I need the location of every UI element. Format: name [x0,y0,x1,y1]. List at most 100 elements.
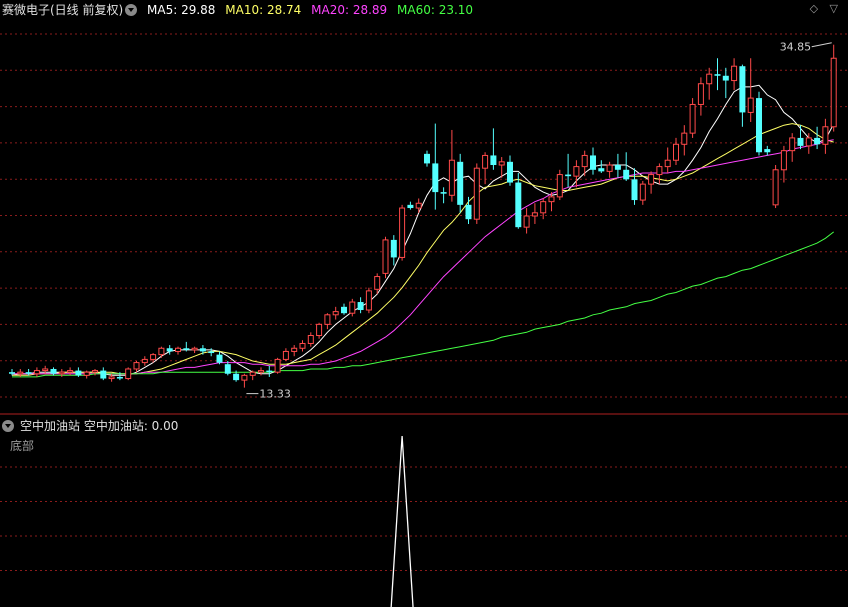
candle-body-down [266,370,273,373]
candle-body-down [465,204,472,220]
ma20-label: MA20: 28.89 [311,3,388,17]
ma-line-ma10 [12,123,834,376]
candle-body-up [448,159,455,196]
candle-body-up [17,371,24,375]
candle-body-down [565,174,572,177]
candle-body-up [681,132,688,145]
candle-body-down [75,370,82,376]
ma-line-ma60 [12,231,835,378]
candle-body-up [150,354,157,360]
indicator-sub-label: 底部 [10,439,35,453]
stock-label: 赛微电子(日线 前复权) [2,3,124,17]
candle-body-down [116,376,123,379]
candle-body-up [830,57,837,128]
candle-body-up [648,174,655,185]
chevron-down-icon[interactable] [125,4,138,16]
candle-body-down [623,169,630,180]
candle-body-up [706,73,713,85]
candle-body-up [374,276,381,290]
candle-body-up [258,370,264,373]
main-chart-header: 赛微电子(日线 前复权) MA5: 29.88 MA10: 28.74 MA20… [2,1,479,19]
candle-body-up [249,371,256,376]
candle-body-down [614,165,621,170]
candle-body-up [332,311,339,316]
candle-body-down [9,372,15,374]
candle-body-up [789,137,796,152]
candle-body-down [739,66,746,113]
candle-body-down [590,155,596,170]
candle-body-down [507,161,513,183]
chart-settings-icons[interactable]: ◇ ▽ [810,2,842,15]
candle-body-up [282,350,289,360]
candle-body-down [598,168,605,172]
candle-body-up [399,207,406,258]
candle-body-up [158,347,165,356]
candle-body-down [764,149,771,153]
candle-body-down [100,370,107,379]
candle-body-down [208,351,215,354]
candle-body-up [92,370,98,373]
candle-body-down [183,348,190,350]
candle-body-up [33,370,40,375]
candle-body-up [191,347,198,351]
candle-body-up [108,376,115,380]
candle-body-up [307,335,314,344]
candle-body-up [731,65,738,82]
candle-body-down [357,302,364,311]
candle-body-up [175,347,181,352]
candle-body-up [67,370,74,373]
chevron-down-icon[interactable] [2,420,14,432]
indicator-label: 空中加油站 空中加油站: 0.00 [20,419,179,433]
candle-body-down [199,348,206,352]
candle-body-up [473,167,480,220]
ma5-label: MA5: 29.88 [147,3,216,17]
ma-line-ma20 [12,139,834,375]
candle-body-up [664,159,671,168]
candle-body-up [42,368,49,372]
candle-body-up [141,358,148,364]
candle-body-up [656,166,663,176]
candle-body-up [365,290,372,311]
candle-body-down [490,155,497,166]
candle-body-up [540,201,547,214]
candle-body-down [432,163,439,193]
candle-body-up [125,368,132,380]
indicator-header: 空中加油站 空中加油站: 0.00 [2,417,184,435]
candle-body-up [639,183,646,201]
candle-body-up [531,212,538,217]
candle-body-down [25,372,32,374]
candle-body-down [722,75,729,81]
candle-body-up [689,103,696,134]
candle-body-up [415,202,422,209]
max-price-arrow [811,42,832,48]
candle-body-up [58,371,65,375]
candle-body-down [515,182,522,228]
candle-body-up [548,196,555,203]
candle-body-up [316,323,323,337]
candle-body-up [673,143,679,161]
candle-body-down [714,74,721,76]
max-price-label: 34.85 [780,41,812,54]
candle-body-down [224,364,231,374]
candle-body-down [407,204,414,209]
candle-body-up [747,97,754,113]
candle-body-up [697,83,704,105]
candle-body-up [274,358,281,373]
candle-body-up [581,154,588,168]
candle-body-up [482,154,489,169]
candle-body-up [291,347,298,352]
candle-body-down [440,192,447,194]
candle-body-down [166,348,173,352]
candle-body-up [772,169,779,206]
min-price-label: 13.33 [259,388,291,401]
candle-body-up [606,164,613,172]
candle-body-up [133,362,140,370]
candle-body-down [50,368,57,374]
candle-body-up [573,166,580,177]
candle-body-up [780,150,787,171]
candle-body-up [523,215,530,228]
candle-body-down [216,354,223,363]
indicator-spike [390,435,414,607]
ma10-label: MA10: 28.74 [225,3,302,17]
candle-body-down [341,306,347,314]
